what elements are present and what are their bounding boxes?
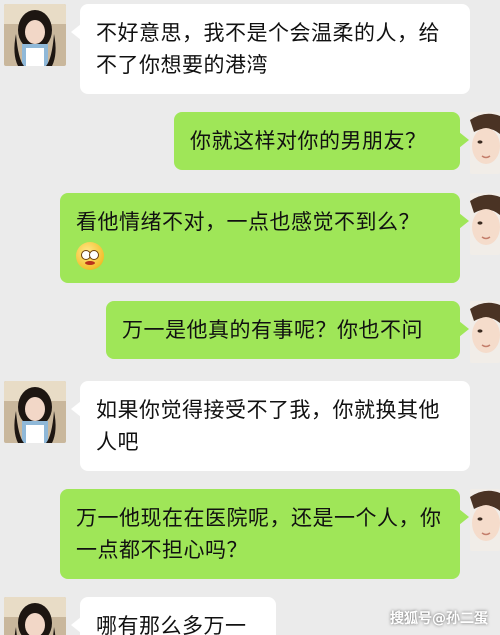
- message-text: 看他情绪不对，一点也感觉不到么？: [76, 210, 420, 234]
- message-text: 哪有那么多万一: [96, 614, 247, 635]
- message-text: 万一是他真的有事呢？你也不问: [122, 318, 423, 342]
- message-text: 万一他现在在医院呢，还是一个人，你一点都不担心吗？: [76, 506, 442, 562]
- boy-avatar[interactable]: [470, 489, 500, 551]
- message-bubble-outgoing[interactable]: 看他情绪不对，一点也感觉不到么？: [60, 193, 469, 283]
- girl-avatar[interactable]: [4, 381, 66, 443]
- message-bubble-outgoing[interactable]: 你就这样对你的男朋友？: [174, 112, 469, 170]
- girl-avatar[interactable]: [4, 4, 66, 66]
- boy-avatar[interactable]: [470, 193, 500, 255]
- message-text: 你就这样对你的男朋友？: [190, 129, 427, 153]
- boy-avatar[interactable]: [470, 112, 500, 174]
- message-bubble-outgoing[interactable]: 万一他现在在医院呢，还是一个人，你一点都不担心吗？: [60, 489, 469, 579]
- message-bubble-incoming[interactable]: 哪有那么多万一: [71, 597, 276, 635]
- girl-avatar[interactable]: [4, 597, 66, 635]
- message-bubble-incoming[interactable]: 如果你觉得接受不了我，你就换其他人吧: [71, 381, 470, 471]
- message-text: 如果你觉得接受不了我，你就换其他人吧: [96, 398, 440, 454]
- flushed-face-emoji-icon: [76, 242, 104, 270]
- message-bubble-incoming[interactable]: 不好意思，我不是个会温柔的人，给不了你想要的港湾: [71, 4, 470, 94]
- message-text: 不好意思，我不是个会温柔的人，给不了你想要的港湾: [96, 21, 440, 77]
- message-bubble-outgoing[interactable]: 万一是他真的有事呢？你也不问: [106, 301, 469, 359]
- boy-avatar[interactable]: [470, 301, 500, 363]
- watermark: 搜狐号@孙二蛋: [390, 611, 488, 627]
